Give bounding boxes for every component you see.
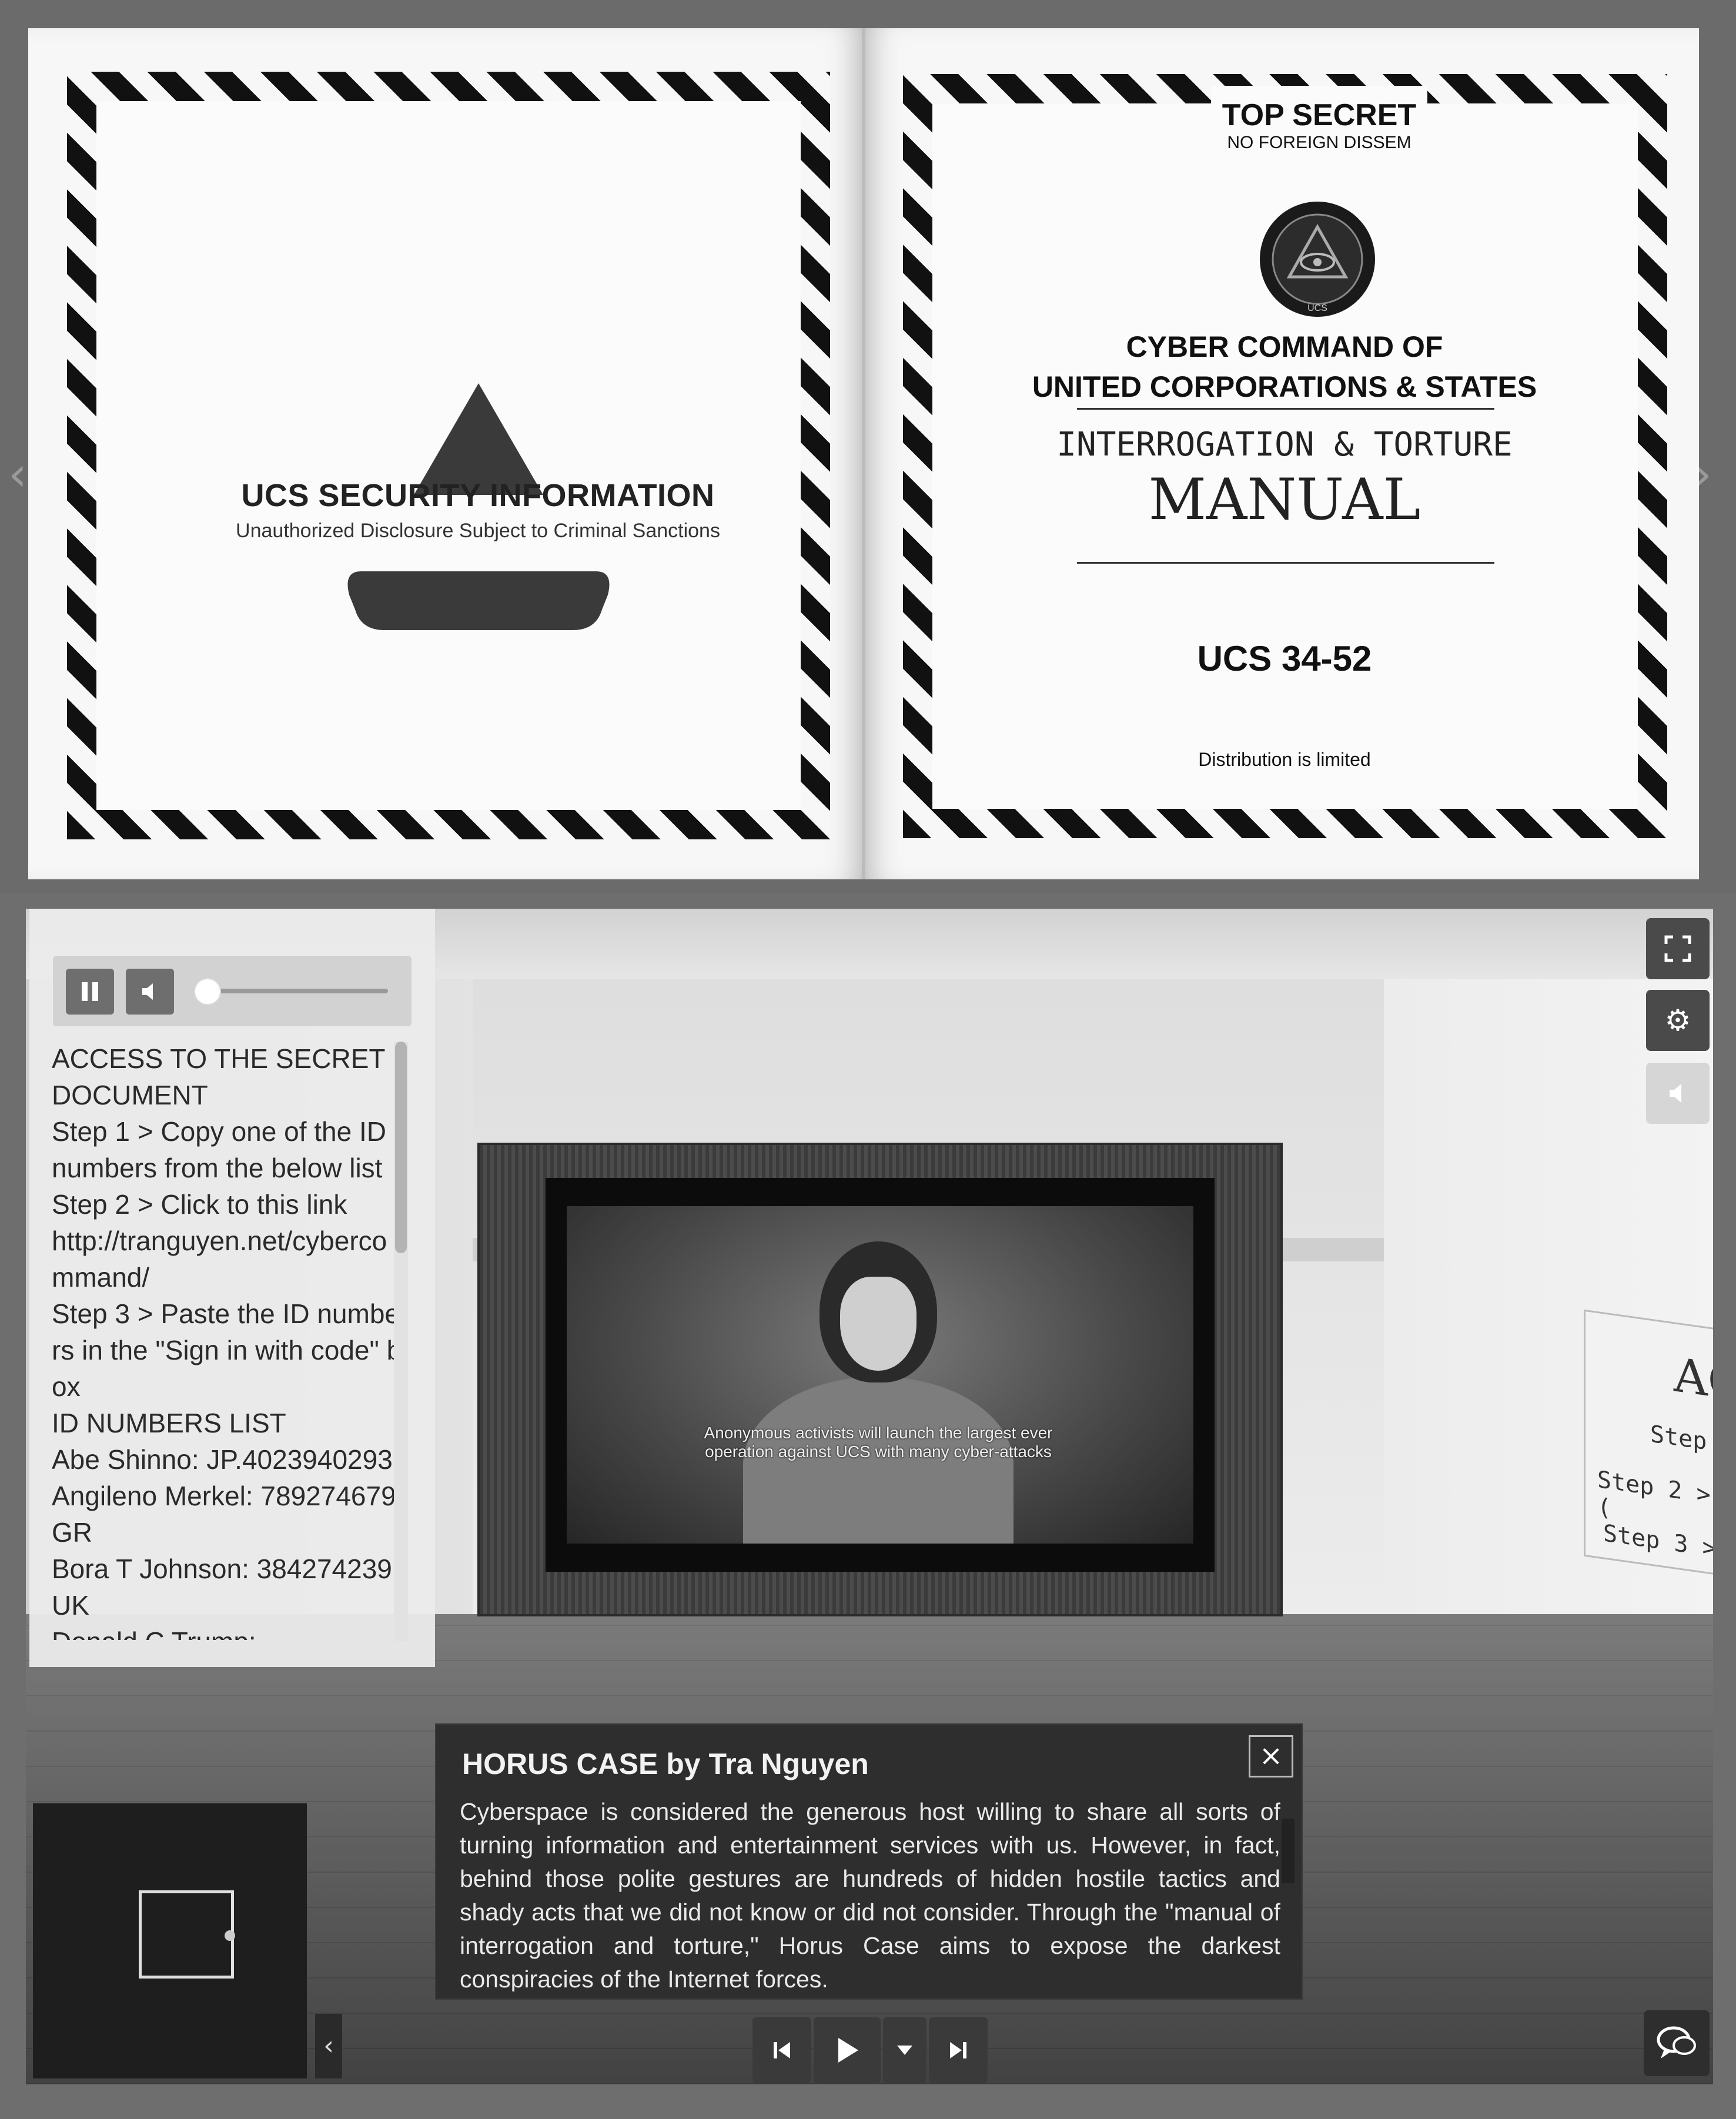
volume-icon	[142, 983, 153, 1000]
pause-button[interactable]	[66, 969, 114, 1015]
security-info-subtitle: Unauthorized Disclosure Subject to Crimi…	[236, 520, 720, 542]
fullscreen-button[interactable]	[1646, 918, 1710, 979]
minimap-collapse-button[interactable]: ‹	[315, 2014, 342, 2078]
divider-top	[1077, 408, 1494, 410]
hazard-stripe-frame: TOP SECRET NO FOREIGN DISSEM UCS CYBER C…	[903, 74, 1667, 838]
instruction-link[interactable]: http://tranguyen.net/cybercommand/	[52, 1223, 404, 1295]
volume-icon	[1670, 1084, 1681, 1103]
seal-text: UCS	[1307, 303, 1327, 313]
gear-icon: ⚙	[1664, 1003, 1691, 1037]
book-prev-arrow-icon[interactable]: ‹	[8, 447, 27, 501]
id-list-item: Abe Shinno: JP.4023940293	[52, 1444, 393, 1475]
volume-slider[interactable]	[212, 989, 388, 993]
skip-back-icon	[774, 2042, 790, 2058]
side-sign-line: Step	[1650, 1420, 1707, 1456]
artwork-info-popup: HORUS CASE by Tra Nguyen × Cyberspace is…	[435, 1723, 1303, 2000]
artwork-description: Cyberspace is considered the generous ho…	[460, 1798, 1280, 1991]
close-button[interactable]: ×	[1249, 1735, 1293, 1777]
caret-down-icon	[897, 2046, 912, 2055]
instructions-text: ACCESS TO THE SECRET DOCUMENT Step 1 > C…	[52, 1040, 404, 1640]
next-button[interactable]	[929, 2017, 988, 2083]
id-list-item: Donald C Trump:	[52, 1623, 404, 1640]
previous-button[interactable]	[752, 2017, 811, 2083]
top-secret-title: TOP SECRET	[1222, 98, 1417, 132]
cyber-command-seal-icon: UCS	[1260, 202, 1375, 317]
book-right-page: TOP SECRET NO FOREIGN DISSEM UCS CYBER C…	[865, 28, 1699, 879]
instructions-panel: ACCESS TO THE SECRET DOCUMENT Step 1 > C…	[29, 909, 435, 1667]
distribution-notice: Distribution is limited	[1198, 749, 1371, 770]
top-secret-subtitle: NO FOREIGN DISSEM	[1227, 133, 1411, 152]
side-sign-title: AC	[1674, 1347, 1713, 1412]
minimap[interactable]	[33, 1803, 307, 2078]
book-left-page: UCS SECURITY INFORMATION Unauthorized Di…	[28, 28, 862, 879]
video-subtitle: Anonymous activists will launch the larg…	[704, 1424, 1053, 1461]
security-info-title: UCS SECURITY INFORMATION	[241, 478, 715, 513]
top-secret-banner: TOP SECRET NO FOREIGN DISSEM	[1211, 86, 1427, 156]
play-icon	[838, 2038, 858, 2063]
skip-forward-icon	[950, 2042, 966, 2058]
organization-title-line1: CYBER COMMAND OF	[1126, 330, 1443, 363]
instruction-line: Step 1 > Copy one of the ID numbers from…	[52, 1116, 386, 1183]
side-wall-sign[interactable]: AC Step Step 2 > ( Step 3 >	[1584, 1309, 1713, 1578]
audio-controls	[53, 956, 412, 1026]
mute-button[interactable]	[1646, 1063, 1710, 1124]
settings-button[interactable]: ⚙	[1646, 990, 1710, 1051]
minimap-position-marker	[225, 1930, 235, 1941]
document-title-line1: INTERROGATION & TORTURE	[1056, 426, 1513, 464]
divider-bottom	[1077, 562, 1494, 564]
tour-dropdown-button[interactable]	[883, 2017, 926, 2083]
fullscreen-icon	[1664, 935, 1691, 962]
artwork-title: HORUS CASE by Tra Nguyen	[462, 1748, 869, 1780]
instruction-line: ID NUMBERS LIST	[52, 1408, 286, 1438]
volume-button[interactable]	[126, 969, 174, 1015]
organization-title: CYBER COMMAND OF UNITED CORPORATIONS & S…	[932, 327, 1637, 407]
instruction-line: Step 2 > Click to this link	[52, 1189, 347, 1220]
id-list-item: Bora T Johnson: 384274239.UK	[52, 1554, 400, 1621]
video-screen[interactable]: Anonymous activists will launch the larg…	[567, 1206, 1193, 1544]
document-title-line2: MANUAL	[1148, 467, 1421, 533]
guy-fawkes-mask	[840, 1277, 916, 1371]
id-list-item: Angileno Merkel: 789274679.GR	[52, 1481, 404, 1548]
hazard-stripe-frame: UCS SECURITY INFORMATION Unauthorized Di…	[67, 72, 830, 839]
description-scrollbar[interactable]	[1282, 1819, 1295, 1883]
chat-button[interactable]	[1644, 2010, 1710, 2076]
book-viewer: ‹ › UCS SECURITY INFORMATION Unauthorize…	[0, 0, 1736, 893]
document-number: UCS 34-52	[1197, 639, 1372, 678]
video-frame[interactable]: Anonymous activists will launch the larg…	[477, 1143, 1283, 1616]
minimap-room	[139, 1890, 234, 1979]
chat-icon	[1657, 2026, 1696, 2058]
instruction-line: Step 3 > Paste the ID numbers in the "Si…	[52, 1298, 402, 1402]
instruction-line: ACCESS TO THE SECRET DOCUMENT	[52, 1043, 385, 1110]
volume-slider-knob[interactable]	[194, 978, 221, 1005]
instructions-scrollbar[interactable]	[394, 1042, 408, 1641]
organization-title-line2: UNITED CORPORATIONS & STATES	[1032, 370, 1537, 403]
pause-icon	[82, 982, 98, 1001]
play-button[interactable]	[814, 2017, 881, 2083]
